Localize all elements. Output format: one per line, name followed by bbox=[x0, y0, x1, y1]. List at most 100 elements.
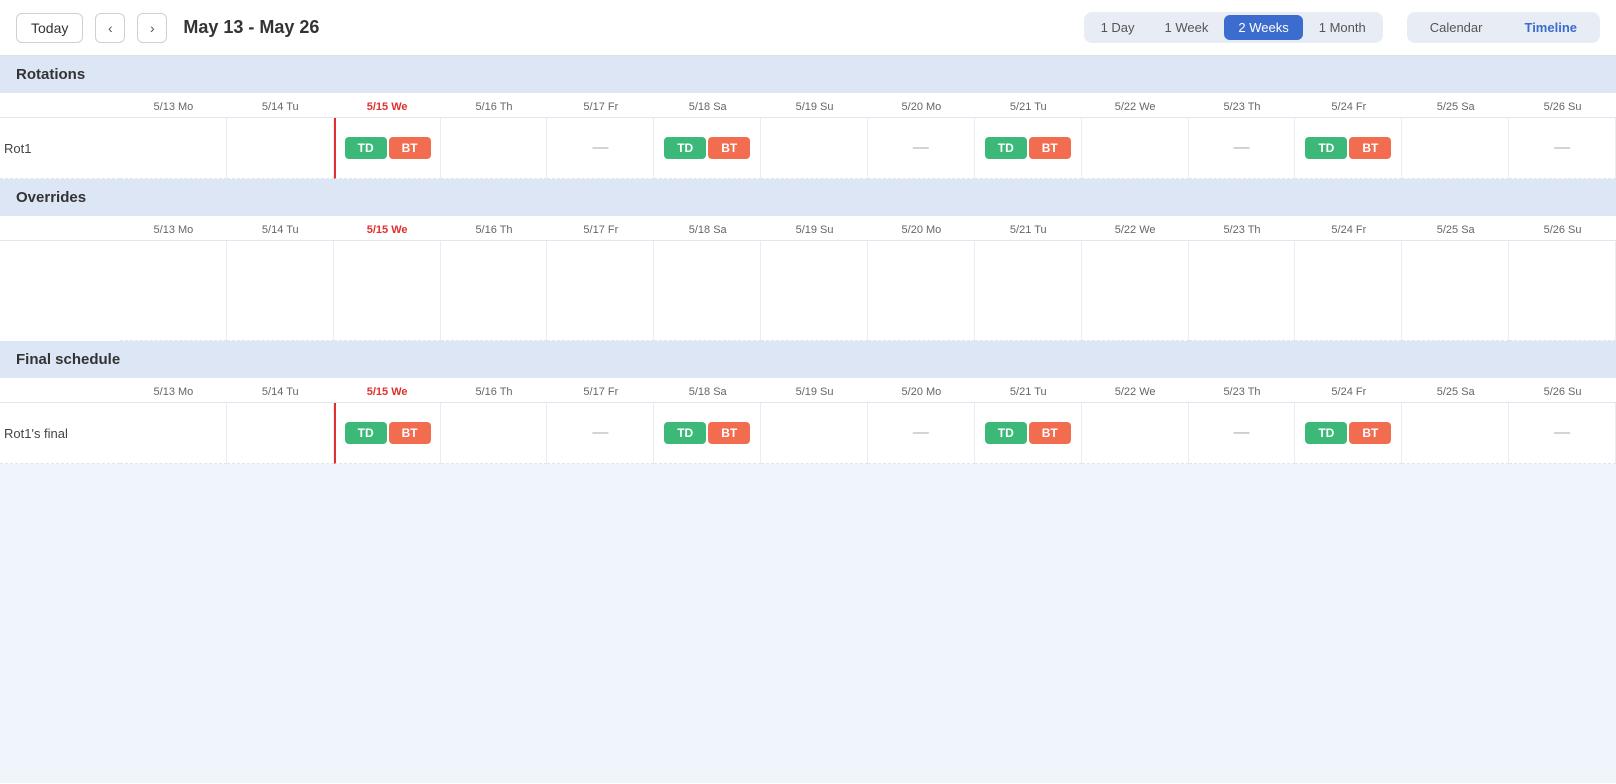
mode-timeline[interactable]: Timeline bbox=[1504, 15, 1597, 40]
col-label-header bbox=[0, 93, 120, 118]
fs-col-519: 5/19 Su bbox=[761, 378, 868, 403]
fs-col-522: 5/22 We bbox=[1082, 378, 1189, 403]
ov-row-label bbox=[0, 241, 120, 341]
overrides-section: Overrides 5/13 Mo 5/14 Tu 5/15 We 5/16 T… bbox=[0, 179, 1616, 341]
rot1-bt-515: BT bbox=[389, 137, 431, 159]
rot1-cell-513 bbox=[120, 118, 227, 179]
header: Today ‹ › May 13 - May 26 1 Day 1 Week 2… bbox=[0, 0, 1616, 56]
fs-col-518: 5/18 Sa bbox=[654, 378, 761, 403]
final-cell-523: — bbox=[1189, 403, 1296, 464]
ov-col-524: 5/24 Fr bbox=[1295, 216, 1402, 241]
final-td-524: TD bbox=[1305, 422, 1347, 444]
col-526: 5/26 Su bbox=[1509, 93, 1616, 118]
rotations-calendar: 5/13 Mo 5/14 Tu 5/15 We 5/16 Th 5/17 Fr … bbox=[0, 93, 1616, 179]
ov-col-513: 5/13 Mo bbox=[120, 216, 227, 241]
rot1-cell-519 bbox=[761, 118, 868, 179]
fs-col-520: 5/20 Mo bbox=[868, 378, 975, 403]
fs-col-521: 5/21 Tu bbox=[975, 378, 1082, 403]
final-cell-516 bbox=[441, 403, 548, 464]
rot1-cell-514 bbox=[227, 118, 334, 179]
rotations-section: Rotations 5/13 Mo 5/14 Tu 5/15 We 5/16 T… bbox=[0, 56, 1616, 179]
fs-col-516: 5/16 Th bbox=[441, 378, 548, 403]
rot1-td-524: TD bbox=[1305, 137, 1347, 159]
overrides-calendar: 5/13 Mo 5/14 Tu 5/15 We 5/16 Th 5/17 Fr … bbox=[0, 216, 1616, 341]
ov-cell-515 bbox=[334, 241, 441, 341]
rot1-cell-523: — bbox=[1189, 118, 1296, 179]
view-1week[interactable]: 1 Week bbox=[1151, 15, 1223, 40]
final-cell-517: — bbox=[547, 403, 654, 464]
rot1-cell-521: TD BT bbox=[975, 118, 1082, 179]
ov-col-515: 5/15 We bbox=[334, 216, 441, 241]
view-1day[interactable]: 1 Day bbox=[1087, 15, 1149, 40]
final-bt-521: BT bbox=[1029, 422, 1071, 444]
rot1-dash-526: — bbox=[1554, 139, 1570, 157]
final-bt-515: BT bbox=[389, 422, 431, 444]
ov-col-523: 5/23 Th bbox=[1189, 216, 1296, 241]
final-section: Final schedule 5/13 Mo 5/14 Tu 5/15 We 5… bbox=[0, 341, 1616, 464]
rot1-td-521: TD bbox=[985, 137, 1027, 159]
rot1-dash-517: — bbox=[592, 139, 608, 157]
view-group: 1 Day 1 Week 2 Weeks 1 Month bbox=[1084, 12, 1383, 43]
mode-calendar[interactable]: Calendar bbox=[1410, 15, 1503, 40]
final-header: Final schedule bbox=[0, 341, 1616, 378]
col-515: 5/15 We bbox=[334, 93, 441, 118]
view-2weeks[interactable]: 2 Weeks bbox=[1224, 15, 1302, 40]
prev-button[interactable]: ‹ bbox=[95, 13, 125, 43]
rot1-cell-518: TD BT bbox=[654, 118, 761, 179]
ov-col-519: 5/19 Su bbox=[761, 216, 868, 241]
ov-col-518: 5/18 Sa bbox=[654, 216, 761, 241]
final-rot1-label: Rot1's final bbox=[0, 403, 120, 464]
ov-cell-522 bbox=[1082, 241, 1189, 341]
ov-cell-517 bbox=[547, 241, 654, 341]
rot1-bt-524: BT bbox=[1349, 137, 1391, 159]
next-button[interactable]: › bbox=[137, 13, 167, 43]
view-1month[interactable]: 1 Month bbox=[1305, 15, 1380, 40]
fs-col-526: 5/26 Su bbox=[1509, 378, 1616, 403]
rot1-cell-524: TD BT bbox=[1295, 118, 1402, 179]
final-td-518: TD bbox=[664, 422, 706, 444]
rot1-bt-518: BT bbox=[708, 137, 750, 159]
final-cell-520: — bbox=[868, 403, 975, 464]
rot1-label: Rot1 bbox=[0, 118, 120, 179]
ov-cell-518 bbox=[654, 241, 761, 341]
ov-col-522: 5/22 We bbox=[1082, 216, 1189, 241]
main-content: Rotations 5/13 Mo 5/14 Tu 5/15 We 5/16 T… bbox=[0, 56, 1616, 783]
rot1-bt-521: BT bbox=[1029, 137, 1071, 159]
final-cell-525 bbox=[1402, 403, 1509, 464]
ov-cell-525 bbox=[1402, 241, 1509, 341]
final-dash-526: — bbox=[1554, 424, 1570, 442]
ov-col-516: 5/16 Th bbox=[441, 216, 548, 241]
ov-label-header bbox=[0, 216, 120, 241]
rot1-cell-525 bbox=[1402, 118, 1509, 179]
rot1-cell-520: — bbox=[868, 118, 975, 179]
rot1-cell-526: — bbox=[1509, 118, 1616, 179]
ov-cell-519 bbox=[761, 241, 868, 341]
rotations-grid: 5/13 Mo 5/14 Tu 5/15 We 5/16 Th 5/17 Fr … bbox=[0, 93, 1616, 179]
rot1-cell-515: TD BT bbox=[334, 118, 441, 179]
ov-col-514: 5/14 Tu bbox=[227, 216, 334, 241]
col-520: 5/20 Mo bbox=[868, 93, 975, 118]
rot1-td-515: TD bbox=[345, 137, 387, 159]
ov-cell-524 bbox=[1295, 241, 1402, 341]
ov-cell-516 bbox=[441, 241, 548, 341]
col-514: 5/14 Tu bbox=[227, 93, 334, 118]
overrides-grid: 5/13 Mo 5/14 Tu 5/15 We 5/16 Th 5/17 Fr … bbox=[0, 216, 1616, 341]
final-dash-517: — bbox=[592, 424, 608, 442]
rot1-cell-522 bbox=[1082, 118, 1189, 179]
rotations-header: Rotations bbox=[0, 56, 1616, 93]
fs-col-525: 5/25 Sa bbox=[1402, 378, 1509, 403]
today-button[interactable]: Today bbox=[16, 13, 83, 43]
rot1-dash-523: — bbox=[1233, 139, 1249, 157]
fs-col-513: 5/13 Mo bbox=[120, 378, 227, 403]
final-dash-523: — bbox=[1233, 424, 1249, 442]
final-cell-514 bbox=[227, 403, 334, 464]
final-cell-513 bbox=[120, 403, 227, 464]
col-523: 5/23 Th bbox=[1189, 93, 1296, 118]
ov-cell-513 bbox=[120, 241, 227, 341]
ov-col-525: 5/25 Sa bbox=[1402, 216, 1509, 241]
final-cell-515: TD BT bbox=[334, 403, 441, 464]
ov-cell-521 bbox=[975, 241, 1082, 341]
rot1-dash-520: — bbox=[913, 139, 929, 157]
final-td-521: TD bbox=[985, 422, 1027, 444]
fs-col-524: 5/24 Fr bbox=[1295, 378, 1402, 403]
